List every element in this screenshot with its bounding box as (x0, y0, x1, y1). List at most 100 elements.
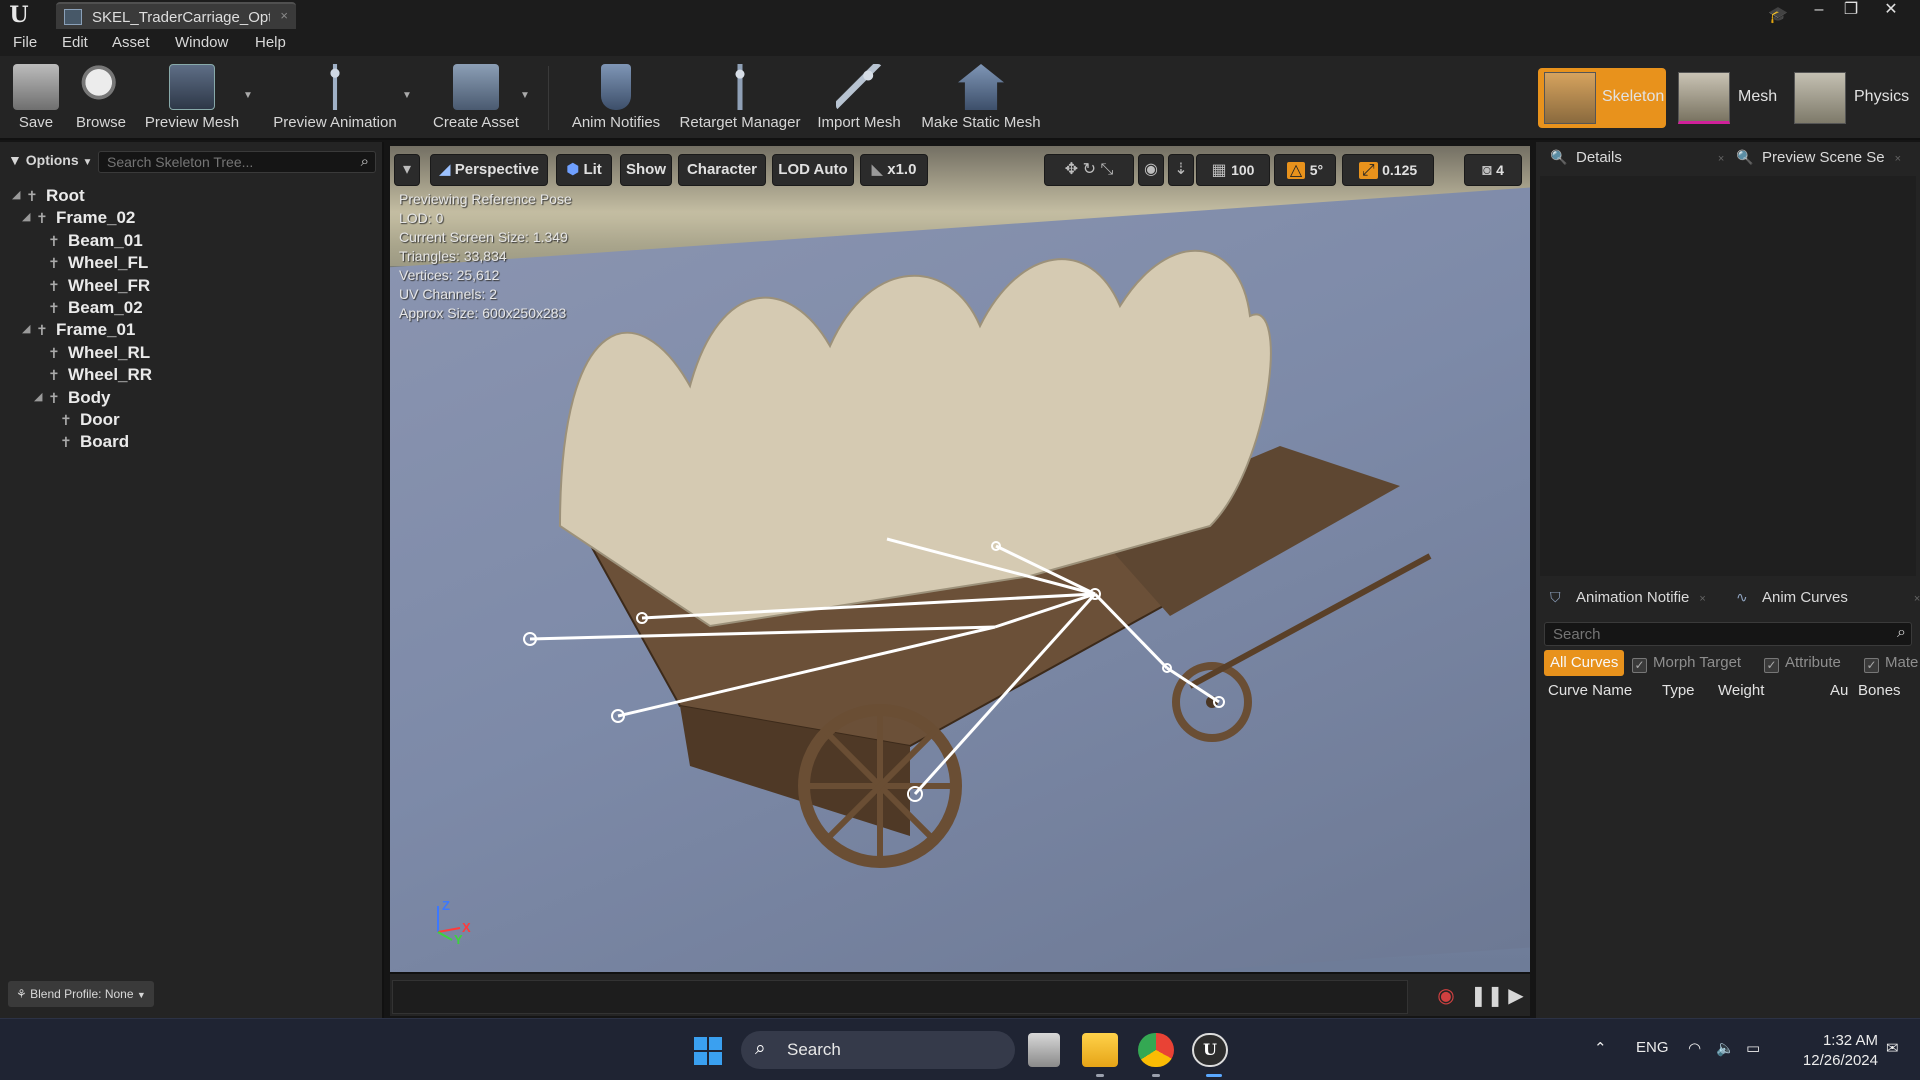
bone-row-body[interactable]: ◢ ✝ Body (34, 388, 111, 410)
scale-snap-group[interactable]: ⤢ 0.125 (1342, 154, 1434, 186)
battery-icon[interactable]: ▭ (1746, 1039, 1760, 1057)
bone-row-frame-01[interactable]: ◢ ✝ Frame_01 (22, 320, 135, 342)
world-local-icon[interactable]: ◉ (1138, 154, 1164, 186)
filter-morph-target[interactable]: ✓ Morph Target (1632, 650, 1741, 676)
column-curve-name[interactable]: Curve Name (1548, 682, 1632, 699)
filter-all-curves[interactable]: All Curves (1544, 650, 1625, 676)
attribute-checkbox[interactable]: ✓ (1764, 658, 1779, 673)
preview-animation-dropdown-icon[interactable]: ▼ (402, 90, 412, 101)
show-button[interactable]: Show (620, 154, 672, 186)
tab-animation-notifies[interactable]: ⛉ Animation Notifie × (1550, 582, 1706, 612)
transform-mode-group[interactable]: ✥ ↻ ⤡ (1044, 154, 1134, 186)
windows-start-icon[interactable] (694, 1037, 722, 1065)
bone-row-wheel-rl[interactable]: ✝ Wheel_RL (48, 343, 150, 365)
file-explorer-icon[interactable] (1082, 1033, 1118, 1067)
character-button[interactable]: Character (678, 154, 766, 186)
bone-row-frame-02[interactable]: ◢ ✝ Frame_02 (22, 208, 135, 230)
lod-button[interactable]: LOD Auto (772, 154, 854, 186)
skeleton-mode-button[interactable]: Skeleton (1538, 68, 1666, 128)
options-button[interactable]: ▼ Options ▼ (8, 152, 92, 168)
rotation-snap-group[interactable]: △ 5° (1274, 154, 1336, 186)
tab-details[interactable]: 🔍 Details × (1550, 142, 1724, 172)
column-bones[interactable]: Bones (1858, 682, 1901, 699)
close-window-button[interactable]: ✕ (1876, 0, 1906, 20)
tab-close-icon[interactable]: × (280, 8, 288, 23)
perspective-button[interactable]: ◢ Perspective (430, 154, 548, 186)
anim-notifies-button[interactable]: Anim Notifies (566, 60, 666, 136)
skeleton-tree-search[interactable]: ⌕ (98, 151, 376, 173)
menu-help[interactable]: Help (255, 34, 286, 51)
filter-attribute[interactable]: ✓ Attribute (1764, 650, 1841, 676)
preview-viewport[interactable]: ▾ ◢ Perspective ⬢ Lit Show Character LOD… (390, 146, 1530, 972)
save-button[interactable]: Save (10, 60, 62, 136)
create-asset-dropdown-icon[interactable]: ▼ (520, 90, 530, 101)
physics-mode-button[interactable]: Physics (1788, 68, 1918, 128)
search-icon[interactable]: ⌕ (1897, 624, 1906, 642)
retarget-manager-button[interactable]: Retarget Manager (678, 60, 802, 136)
skeleton-tree-search-input[interactable] (99, 152, 339, 172)
preview-mesh-dropdown-icon[interactable]: ▼ (243, 90, 253, 101)
create-asset-button[interactable]: Create Asset (426, 60, 526, 136)
menu-window[interactable]: Window (175, 34, 228, 51)
language-indicator[interactable]: ENG (1636, 1039, 1669, 1056)
minimize-button[interactable]: – (1804, 0, 1834, 20)
curves-search[interactable]: ⌕ (1544, 622, 1912, 646)
expand-arrow-icon[interactable]: ◢ (12, 188, 20, 201)
bone-row-wheel-fr[interactable]: ✝ Wheel_FR (48, 276, 150, 298)
bone-row-beam-02[interactable]: ✝ Beam_02 (48, 298, 143, 320)
camera-speed-group[interactable]: ◙ 4 (1464, 154, 1522, 186)
import-mesh-button[interactable]: Import Mesh (814, 60, 904, 136)
tab-close-icon[interactable]: × (1914, 593, 1920, 605)
record-icon[interactable]: ◉ (1434, 984, 1458, 1008)
document-tab[interactable]: SKEL_TraderCarriage_Opt × (56, 2, 296, 29)
tab-preview-scene[interactable]: 🔍 Preview Scene Se × (1736, 142, 1901, 172)
volume-icon[interactable]: 🔈 (1716, 1039, 1735, 1057)
viewport-options-button[interactable]: ▾ (394, 154, 420, 186)
bone-row-door[interactable]: ✝ Door (60, 410, 120, 432)
bone-row-wheel-fl[interactable]: ✝ Wheel_FL (48, 253, 148, 275)
wifi-icon[interactable]: ◠ (1688, 1039, 1701, 1057)
surface-snap-icon[interactable]: ⇣ (1168, 154, 1194, 186)
taskbar-clock[interactable]: 1:32 AM 12/26/2024 (1782, 1031, 1878, 1071)
preview-mesh-button[interactable]: Preview Mesh (142, 60, 242, 136)
bone-row-beam-01[interactable]: ✝ Beam_01 (48, 231, 143, 253)
scale-icon[interactable]: ⤡ (1100, 161, 1113, 178)
step-forward-icon[interactable]: ▶ (1504, 984, 1528, 1008)
pause-icon[interactable]: ❚❚ (1470, 984, 1504, 1008)
chrome-icon[interactable] (1138, 1033, 1174, 1067)
bone-row-root[interactable]: ◢ ✝ Root (12, 186, 85, 208)
filter-material[interactable]: ✓ Mate (1864, 650, 1918, 676)
lit-button[interactable]: ⬢ Lit (556, 154, 612, 186)
grid-snap-group[interactable]: ▦ 100 (1196, 154, 1270, 186)
expand-arrow-icon[interactable]: ◢ (34, 390, 42, 403)
task-view-icon[interactable] (1028, 1033, 1060, 1067)
bone-row-wheel-rr[interactable]: ✝ Wheel_RR (48, 365, 152, 387)
playback-speed-button[interactable]: ◣ x1.0 (860, 154, 928, 186)
tray-chevron-up-icon[interactable]: ⌃ (1594, 1039, 1607, 1057)
tab-close-icon[interactable]: × (1699, 593, 1705, 605)
preview-animation-button[interactable]: Preview Animation (268, 60, 402, 136)
maximize-button[interactable]: ❐ (1836, 0, 1866, 20)
translate-icon[interactable]: ✥ (1065, 161, 1078, 178)
taskbar-search[interactable]: ⌕ Search (741, 1031, 1015, 1069)
bone-row-board[interactable]: ✝ Board (60, 432, 129, 454)
timeline-track[interactable] (392, 980, 1408, 1014)
tab-close-icon[interactable]: × (1895, 153, 1901, 165)
tab-close-icon[interactable]: × (1718, 153, 1724, 165)
column-auto[interactable]: Au (1830, 682, 1848, 699)
curves-search-input[interactable] (1545, 623, 1875, 645)
column-type[interactable]: Type (1662, 682, 1695, 699)
search-icon[interactable]: ⌕ (361, 153, 369, 170)
learning-cap-icon[interactable]: 🎓 (1768, 5, 1788, 24)
expand-arrow-icon[interactable]: ◢ (22, 210, 30, 223)
expand-arrow-icon[interactable]: ◢ (22, 322, 30, 335)
menu-file[interactable]: File (13, 34, 37, 51)
notifications-icon[interactable]: ✉ (1886, 1039, 1899, 1057)
menu-asset[interactable]: Asset (112, 34, 150, 51)
unreal-logo-icon[interactable]: U (6, 2, 32, 28)
column-weight[interactable]: Weight (1718, 682, 1764, 699)
morph-target-checkbox[interactable]: ✓ (1632, 658, 1647, 673)
tab-anim-curves[interactable]: ∿ Anim Curves × (1736, 582, 1920, 612)
blend-profile-dropdown[interactable]: ⚘ Blend Profile: None ▼ (8, 981, 154, 1007)
mesh-mode-button[interactable]: Mesh (1672, 68, 1790, 128)
